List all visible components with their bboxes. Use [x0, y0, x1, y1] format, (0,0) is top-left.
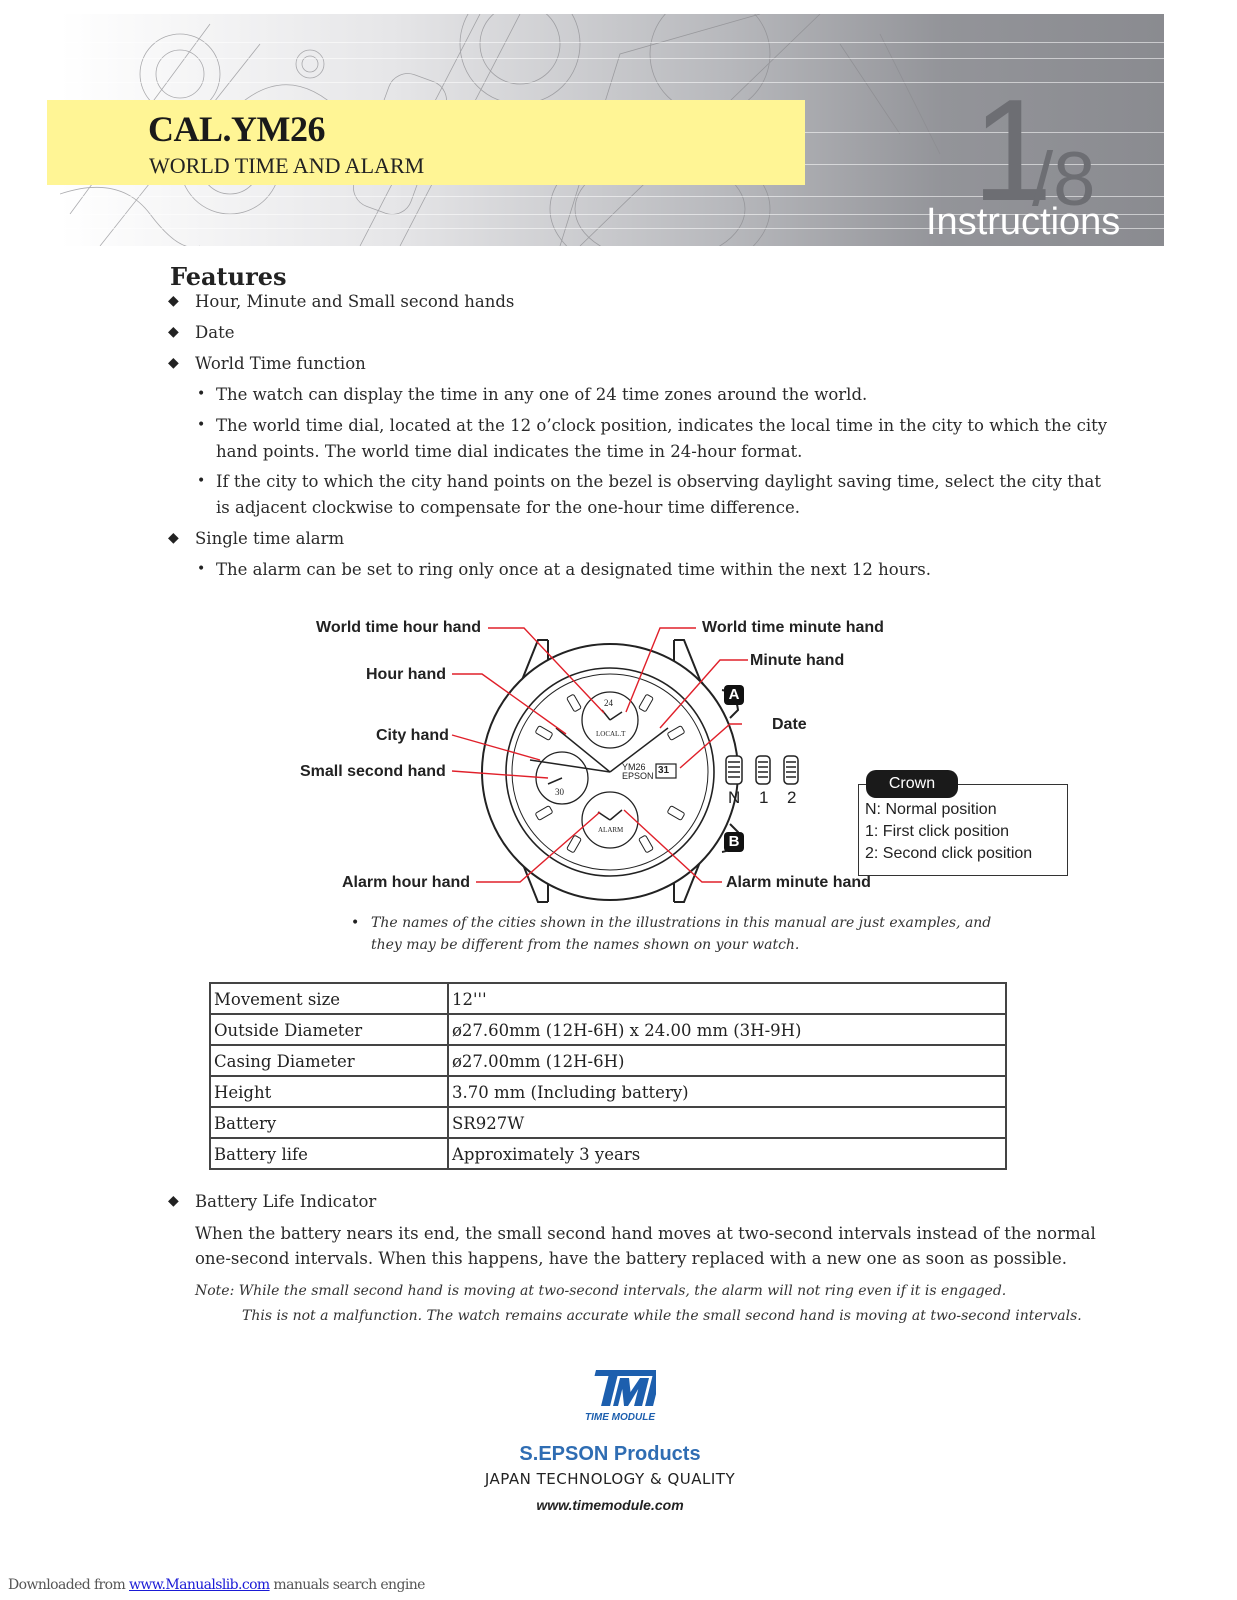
battery-indicator-text-cont: one-second intervals. When this happens,…: [195, 1249, 1067, 1268]
spec-value: SR927W: [447, 1106, 1007, 1139]
spec-value: ø27.60mm (12H-6H) x 24.00 mm (3H-9H): [447, 1013, 1007, 1046]
bullet-icon: •: [197, 561, 206, 577]
spec-key: Battery: [209, 1106, 449, 1139]
brand-tagline: JAPAN TECHNOLOGY & QUALITY: [484, 1470, 736, 1488]
label-hour-hand: Hour hand: [366, 666, 446, 683]
spec-key: Height: [209, 1075, 449, 1108]
feature-subitem-cont: is adjacent clockwise to compensate for …: [216, 498, 801, 517]
spec-value: ø27.00mm (12H-6H): [447, 1044, 1007, 1077]
alarm-dial-label: ALARM: [598, 826, 624, 834]
world-dial-24: 24: [604, 698, 613, 708]
feature-subitem: The alarm can be set to ring only once a…: [216, 560, 931, 579]
crown-legend-line: 1: First click position: [865, 823, 1010, 840]
bullet-icon: •: [197, 417, 206, 433]
model-title: CAL.YM26: [148, 109, 325, 149]
feature-subitem-cont: hand points. The world time dial indicat…: [216, 442, 803, 461]
diamond-bullet-icon: ◆: [168, 324, 179, 340]
table-row: Casing Diameter ø27.00mm (12H-6H): [209, 1044, 1007, 1077]
label-alarm-minute-hand: Alarm minute hand: [726, 874, 871, 891]
label-small-second-hand: Small second hand: [300, 763, 446, 780]
feature-item: Date: [195, 323, 235, 342]
spec-key: Battery life: [209, 1137, 449, 1170]
table-row: Height 3.70 mm (Including battery): [209, 1075, 1007, 1108]
manualslib-link[interactable]: www.Manualslib.com: [129, 1577, 270, 1593]
bullet-icon: •: [197, 473, 206, 489]
download-suffix: manuals search engine: [269, 1577, 425, 1593]
diamond-bullet-icon: ◆: [168, 293, 179, 309]
brand-name: S.EPSON Products: [519, 1443, 701, 1465]
features-heading: Features: [170, 262, 287, 291]
label-world-time-minute-hand: World time minute hand: [702, 619, 884, 636]
button-a-badge: A: [724, 685, 744, 705]
crown-position-2: 2: [787, 788, 797, 807]
feature-item: Single time alarm: [195, 529, 345, 548]
tmi-logo: [594, 1370, 656, 1406]
world-dial-label: LOCAL.T: [596, 730, 626, 738]
label-minute-hand: Minute hand: [750, 652, 845, 669]
section-label: Instructions: [926, 201, 1121, 243]
tmi-logo-subtitle: TIME MODULE: [585, 1412, 655, 1423]
table-row: Movement size 12''': [209, 982, 1007, 1015]
button-b-badge: B: [724, 832, 744, 852]
spec-value: 3.70 mm (Including battery): [447, 1075, 1007, 1108]
city-names-note-cont: they may be different from the names sho…: [371, 937, 800, 953]
label-city-hand: City hand: [376, 727, 449, 744]
battery-note-cont: This is not a malfunction. The watch rem…: [242, 1308, 1082, 1324]
spec-key: Outside Diameter: [209, 1013, 449, 1046]
spec-table: Movement size 12''' Outside Diameter ø27.6…: [209, 982, 1007, 1170]
spec-value: 12''': [447, 982, 1007, 1015]
date-window: 31: [658, 765, 670, 776]
crown-position-1: 1: [759, 788, 769, 807]
battery-note: Note: While the small second hand is mov…: [195, 1283, 1007, 1299]
download-prefix: Downloaded from: [8, 1577, 129, 1593]
feature-subitem: The world time dial, located at the 12 o…: [216, 416, 1108, 435]
label-date: Date: [772, 716, 807, 733]
label-world-time-hour-hand: World time hour hand: [316, 619, 482, 636]
table-row: Battery SR927W: [209, 1106, 1007, 1139]
diamond-bullet-icon: ◆: [168, 530, 179, 546]
bullet-icon: •: [351, 915, 360, 931]
battery-indicator-text: When the battery nears its end, the smal…: [195, 1224, 1096, 1243]
spec-key: Casing Diameter: [209, 1044, 449, 1077]
feature-subitem: The watch can display the time in any on…: [216, 385, 868, 404]
table-row: Battery life Approximately 3 years: [209, 1137, 1007, 1170]
feature-item: World Time function: [195, 354, 366, 373]
crown-legend-title: Crown: [866, 770, 958, 798]
feature-item: Hour, Minute and Small second hands: [195, 292, 515, 311]
table-row: Outside Diameter ø27.60mm (12H-6H) x 24.0…: [209, 1013, 1007, 1046]
diamond-bullet-icon: ◆: [168, 355, 179, 371]
crown-position-n: N: [728, 788, 741, 807]
label-alarm-hour-hand: Alarm hour hand: [342, 874, 471, 891]
second-dial-30: 30: [555, 787, 564, 797]
bullet-icon: •: [197, 386, 206, 402]
city-names-note: The names of the cities shown in the ill…: [371, 915, 992, 931]
crown-positions-illustration: [725, 755, 799, 785]
battery-indicator-title: Battery Life Indicator: [195, 1192, 377, 1211]
spec-key: Movement size: [209, 982, 449, 1015]
feature-subitem: If the city to which the city hand point…: [216, 472, 1102, 491]
spec-value: Approximately 3 years: [447, 1137, 1007, 1170]
download-bar: Downloaded from www.Manualslib.com manua…: [8, 1577, 425, 1593]
model-subtitle: WORLD TIME AND ALARM: [149, 153, 425, 178]
diamond-bullet-icon: ◆: [168, 1193, 179, 1209]
crown-legend-line: 2: Second click position: [865, 845, 1033, 862]
dial-brand: EPSON: [622, 771, 654, 781]
crown-legend-line: N: Normal position: [865, 801, 997, 818]
website-link[interactable]: www.timemodule.com: [460, 1497, 760, 1513]
